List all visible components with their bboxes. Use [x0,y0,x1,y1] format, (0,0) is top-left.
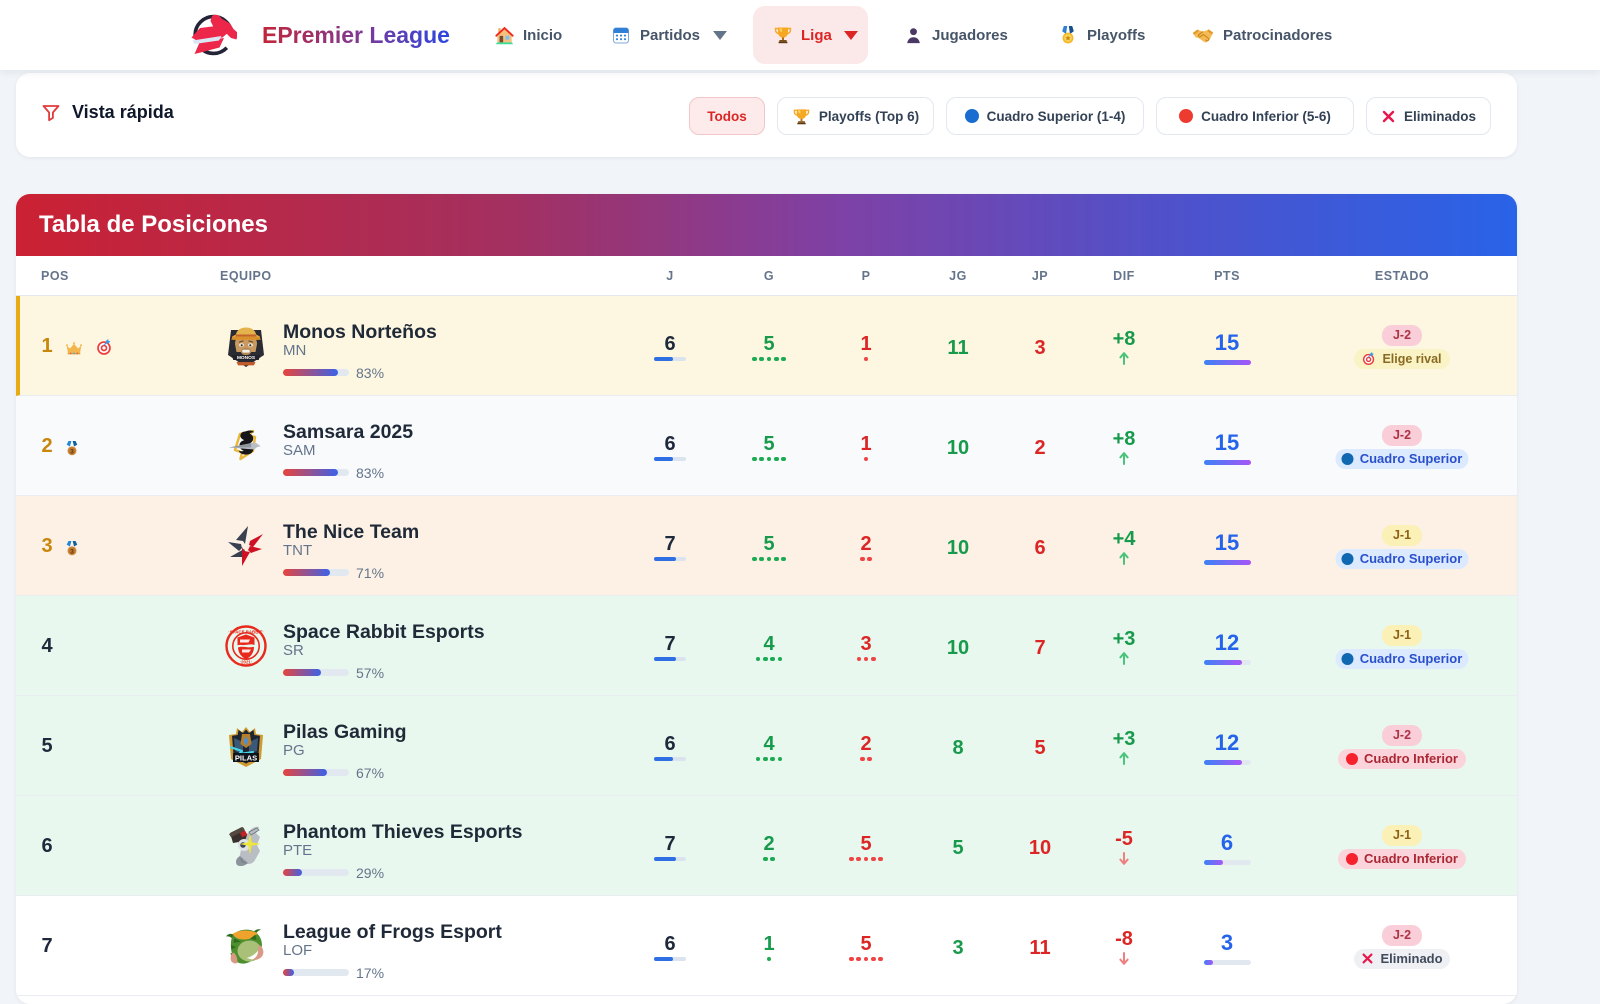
svg-text:PILAS: PILAS [235,754,257,763]
svg-text:3: 3 [70,548,74,555]
svg-text:3: 3 [70,448,74,455]
svg-text:·SPACE RABBIT·: ·SPACE RABBIT· [228,629,264,634]
svg-text:MONOS: MONOS [237,355,256,361]
svg-text:·2021·: ·2021· [240,659,253,664]
